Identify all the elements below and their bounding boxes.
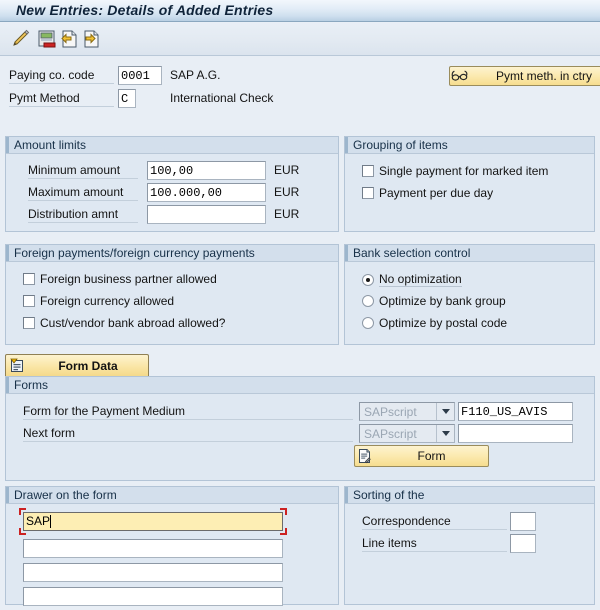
- checkbox-payment-per-due-day[interactable]: Payment per due day: [362, 186, 493, 200]
- correspondence-input[interactable]: [510, 512, 536, 531]
- drawer-line-2-input[interactable]: [23, 539, 283, 558]
- grouping-of-items-header: Grouping of items: [345, 137, 594, 154]
- radio-button-icon: [362, 295, 374, 307]
- checkbox-label: Foreign business partner allowed: [40, 272, 217, 286]
- paying-co-code-description: SAP A.G.: [170, 68, 220, 82]
- foreign-payments-header: Foreign payments/foreign currency paymen…: [6, 245, 338, 262]
- form-payment-medium-type-value: SAPscript: [360, 405, 436, 419]
- next-form-type-dropdown[interactable]: SAPscript: [359, 424, 455, 443]
- amount-limits-group: Amount limits Minimum amount EUR Maximum…: [5, 136, 339, 232]
- drawer-line-1-value: SAP: [26, 513, 50, 530]
- previous-entry-icon[interactable]: [58, 28, 80, 50]
- distribution-amnt-currency: EUR: [274, 207, 299, 221]
- radio-optimize-by-postal-code[interactable]: Optimize by postal code: [362, 316, 507, 330]
- form-payment-medium-type-dropdown[interactable]: SAPscript: [359, 402, 455, 421]
- pymt-meth-in-ctry-label: Pymt meth. in ctry: [470, 69, 600, 83]
- radio-optimize-by-bank-group[interactable]: Optimize by bank group: [362, 294, 506, 308]
- amount-limits-header: Amount limits: [6, 137, 338, 154]
- window-title-bar: New Entries: Details of Added Entries: [0, 0, 600, 22]
- page-title: New Entries: Details of Added Entries: [16, 2, 273, 18]
- checkbox-cust-vendor-bank-abroad-allowed[interactable]: Cust/vendor bank abroad allowed?: [23, 316, 225, 330]
- drawer-on-form-title: Drawer on the form: [14, 488, 117, 502]
- drawer-line-4-input[interactable]: [23, 587, 283, 606]
- next-form-value-input[interactable]: [458, 424, 573, 443]
- next-form-label: Next form: [23, 426, 353, 442]
- chevron-down-icon: [436, 425, 454, 442]
- forms-header: Forms: [6, 377, 594, 394]
- check-entries-icon[interactable]: [10, 28, 32, 50]
- minimum-amount-currency: EUR: [274, 163, 299, 177]
- drawer-on-form-group: Drawer on the form SAP: [5, 486, 339, 605]
- checkbox-box-icon: [23, 295, 35, 307]
- next-form-type-value: SAPscript: [360, 427, 436, 441]
- distribution-amnt-label: Distribution amnt: [28, 207, 138, 223]
- glasses-icon: [450, 67, 470, 85]
- checkbox-box-icon: [362, 165, 374, 177]
- foreign-payments-title: Foreign payments/foreign currency paymen…: [14, 246, 255, 260]
- sorting-group: Sorting of the Correspondence Line items: [344, 486, 595, 605]
- application-toolbar: [0, 22, 600, 56]
- pymt-method-input[interactable]: [118, 89, 136, 108]
- maximum-amount-input[interactable]: [147, 183, 266, 202]
- new-entries-icon[interactable]: [36, 28, 58, 50]
- next-entry-icon[interactable]: [80, 28, 102, 50]
- checkbox-box-icon: [23, 273, 35, 285]
- header-fields: Paying co. code SAP A.G. Pymt Method Int…: [0, 56, 600, 132]
- sap-detail-screen: New Entries: Details of Added Entries: [0, 0, 600, 610]
- amount-limits-title: Amount limits: [14, 138, 86, 152]
- form-payment-medium-value-input[interactable]: [458, 402, 573, 421]
- forms-title: Forms: [14, 378, 48, 392]
- checkbox-foreign-currency-allowed[interactable]: Foreign currency allowed: [23, 294, 174, 308]
- drawer-on-form-header: Drawer on the form: [6, 487, 338, 504]
- minimum-amount-input[interactable]: [147, 161, 266, 180]
- checkbox-box-icon: [362, 187, 374, 199]
- text-cursor: [50, 515, 51, 528]
- form-button-label: Form: [375, 449, 488, 463]
- radio-button-icon: [362, 274, 374, 286]
- line-items-input[interactable]: [510, 534, 536, 553]
- checkbox-box-icon: [23, 317, 35, 329]
- maximum-amount-label: Maximum amount: [28, 185, 138, 201]
- tab-form-data-label: Form Data: [28, 359, 148, 373]
- checkbox-foreign-business-partner-allowed[interactable]: Foreign business partner allowed: [23, 272, 217, 286]
- grouping-of-items-group: Grouping of items Single payment for mar…: [344, 136, 595, 232]
- bank-selection-control-group: Bank selection control No optimization O…: [344, 244, 595, 345]
- radio-label: Optimize by postal code: [379, 316, 507, 330]
- checkbox-label: Single payment for marked item: [379, 164, 548, 178]
- checkbox-label: Payment per due day: [379, 186, 493, 200]
- drawer-line-3-input[interactable]: [23, 563, 283, 582]
- paying-co-code-label: Paying co. code: [9, 68, 114, 84]
- drawer-line-1-input[interactable]: SAP: [23, 512, 283, 531]
- form-payment-medium-label: Form for the Payment Medium: [23, 404, 353, 420]
- pymt-method-description: International Check: [170, 91, 273, 105]
- checkbox-single-payment-marked-item[interactable]: Single payment for marked item: [362, 164, 548, 178]
- distribution-amnt-input[interactable]: [147, 205, 266, 224]
- sorting-header: Sorting of the: [345, 487, 594, 504]
- bank-selection-control-header: Bank selection control: [345, 245, 594, 262]
- checkbox-label: Cust/vendor bank abroad allowed?: [40, 316, 225, 330]
- paying-co-code-input[interactable]: [118, 66, 162, 85]
- pymt-method-label: Pymt Method: [9, 91, 114, 107]
- grouping-of-items-title: Grouping of items: [353, 138, 448, 152]
- sorting-title: Sorting of the: [353, 488, 424, 502]
- form-data-icon: [6, 358, 28, 374]
- chevron-down-icon: [436, 403, 454, 420]
- bank-selection-control-title: Bank selection control: [353, 246, 470, 260]
- tab-form-data[interactable]: Form Data: [5, 354, 149, 376]
- maximum-amount-currency: EUR: [274, 185, 299, 199]
- forms-group: Forms Form for the Payment Medium SAPscr…: [5, 376, 595, 481]
- radio-no-optimization[interactable]: No optimization: [362, 272, 462, 287]
- minimum-amount-label: Minimum amount: [28, 163, 138, 179]
- radio-label: Optimize by bank group: [379, 294, 506, 308]
- pymt-meth-in-ctry-button[interactable]: Pymt meth. in ctry: [449, 66, 600, 86]
- checkbox-label: Foreign currency allowed: [40, 294, 174, 308]
- line-items-label: Line items: [362, 536, 507, 552]
- form-document-icon: [355, 447, 375, 465]
- radio-button-icon: [362, 317, 374, 329]
- form-button[interactable]: Form: [354, 445, 489, 467]
- foreign-payments-group: Foreign payments/foreign currency paymen…: [5, 244, 339, 345]
- correspondence-label: Correspondence: [362, 514, 507, 530]
- radio-label: No optimization: [379, 272, 462, 287]
